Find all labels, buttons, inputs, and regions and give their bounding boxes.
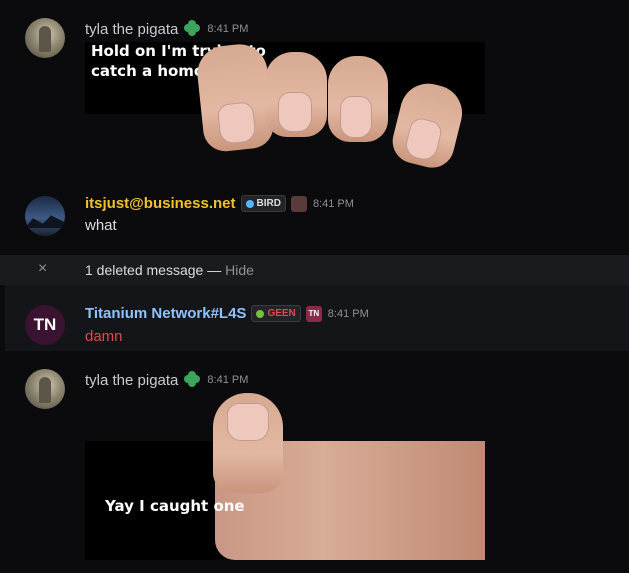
finger xyxy=(388,77,468,173)
message-text: damn xyxy=(85,328,123,345)
message-text: what xyxy=(85,217,117,234)
message-3: TN Titanium Network#L4S GEEN TN 8:41 PM … xyxy=(5,285,629,351)
finger xyxy=(194,41,276,154)
username[interactable]: tyla the pigata xyxy=(85,21,178,38)
message-header: itsjust@business.net BIRD 8:41 PM xyxy=(85,195,354,212)
timestamp: 8:41 PM xyxy=(312,197,354,210)
nail xyxy=(403,116,444,163)
bird-tag[interactable]: BIRD xyxy=(240,195,286,212)
avatar[interactable] xyxy=(25,18,65,58)
clover-icon xyxy=(183,371,201,389)
bird-tag-icon xyxy=(245,199,254,208)
geen-tag-icon xyxy=(256,309,265,318)
username[interactable]: Titanium Network#L4S xyxy=(85,305,246,322)
message-4: tyla the pigata 8:41 PM Yay I caught one xyxy=(0,351,629,573)
username[interactable]: itsjust@business.net xyxy=(85,195,236,212)
meme-image[interactable]: Hold on I'm trying to catch a homosexual xyxy=(85,41,485,173)
meme-image[interactable]: Yay I caught one xyxy=(85,393,485,560)
hide-link[interactable]: Hide xyxy=(225,262,254,278)
message-header: tyla the pigata 8:41 PM xyxy=(85,20,248,38)
separator: — xyxy=(207,262,222,278)
nail xyxy=(216,101,257,145)
nail xyxy=(340,96,372,138)
timestamp: 8:41 PM xyxy=(327,307,369,320)
role-icon[interactable]: TN xyxy=(305,305,322,322)
avatar[interactable] xyxy=(25,196,65,236)
message-1: tyla the pigata 8:41 PM Hold on I'm tryi… xyxy=(0,0,629,190)
role-icon[interactable] xyxy=(290,195,307,212)
nail xyxy=(278,92,312,132)
geen-tag[interactable]: GEEN xyxy=(251,305,301,322)
clover-icon xyxy=(183,20,201,38)
username[interactable]: tyla the pigata xyxy=(85,372,178,389)
deleted-message-bar: × 1 deleted message — Hide xyxy=(0,255,629,285)
message-header: tyla the pigata 8:41 PM xyxy=(85,371,248,389)
deleted-count: 1 deleted message xyxy=(85,262,204,278)
avatar[interactable]: TN xyxy=(25,305,65,345)
thumb xyxy=(213,393,283,493)
deleted-message-text: 1 deleted message — Hide xyxy=(85,262,254,278)
close-icon[interactable]: × xyxy=(38,260,47,278)
meme-caption: Yay I caught one xyxy=(105,497,245,515)
message-2: itsjust@business.net BIRD 8:41 PM what xyxy=(0,190,629,255)
finger xyxy=(265,52,327,137)
tag-label: BIRD xyxy=(256,198,281,209)
avatar[interactable] xyxy=(25,369,65,409)
timestamp: 8:41 PM xyxy=(207,23,249,35)
avatar-initials: TN xyxy=(33,315,57,334)
message-header: Titanium Network#L4S GEEN TN 8:41 PM xyxy=(85,305,369,322)
tag-label: GEEN xyxy=(267,308,296,319)
finger xyxy=(328,56,388,142)
timestamp: 8:41 PM xyxy=(207,374,249,386)
nail xyxy=(227,403,269,441)
